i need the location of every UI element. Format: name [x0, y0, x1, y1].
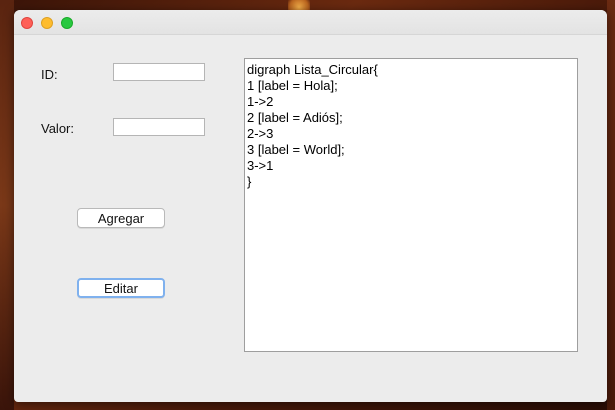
- maximize-window-icon[interactable]: [61, 17, 73, 29]
- output-line: 3->1: [247, 158, 274, 173]
- agregar-button[interactable]: Agregar: [77, 208, 165, 228]
- output-line: 2 [label = Adiós];: [247, 110, 343, 125]
- output-line: digraph Lista_Circular{: [247, 62, 378, 77]
- output-line: 2->3: [247, 126, 274, 141]
- title-bar[interactable]: [14, 10, 607, 35]
- output-line: }: [247, 174, 252, 189]
- output-line: 1->2: [247, 94, 274, 109]
- app-window: ID: Valor: Agregar Editar digraph Lista_…: [14, 10, 607, 402]
- desktop-background-left: [0, 0, 14, 410]
- id-label: ID:: [41, 67, 58, 82]
- graphviz-output-textarea[interactable]: digraph Lista_Circular{ 1 [label = Hola]…: [244, 58, 578, 352]
- output-line: 1 [label = Hola];: [247, 78, 338, 93]
- desktop-background-right: [607, 0, 615, 410]
- id-input[interactable]: [113, 63, 205, 81]
- valor-label: Valor:: [41, 121, 74, 136]
- valor-input[interactable]: [113, 118, 205, 136]
- close-window-icon[interactable]: [21, 17, 33, 29]
- editar-button[interactable]: Editar: [77, 278, 165, 298]
- minimize-window-icon[interactable]: [41, 17, 53, 29]
- output-line: 3 [label = World];: [247, 142, 345, 157]
